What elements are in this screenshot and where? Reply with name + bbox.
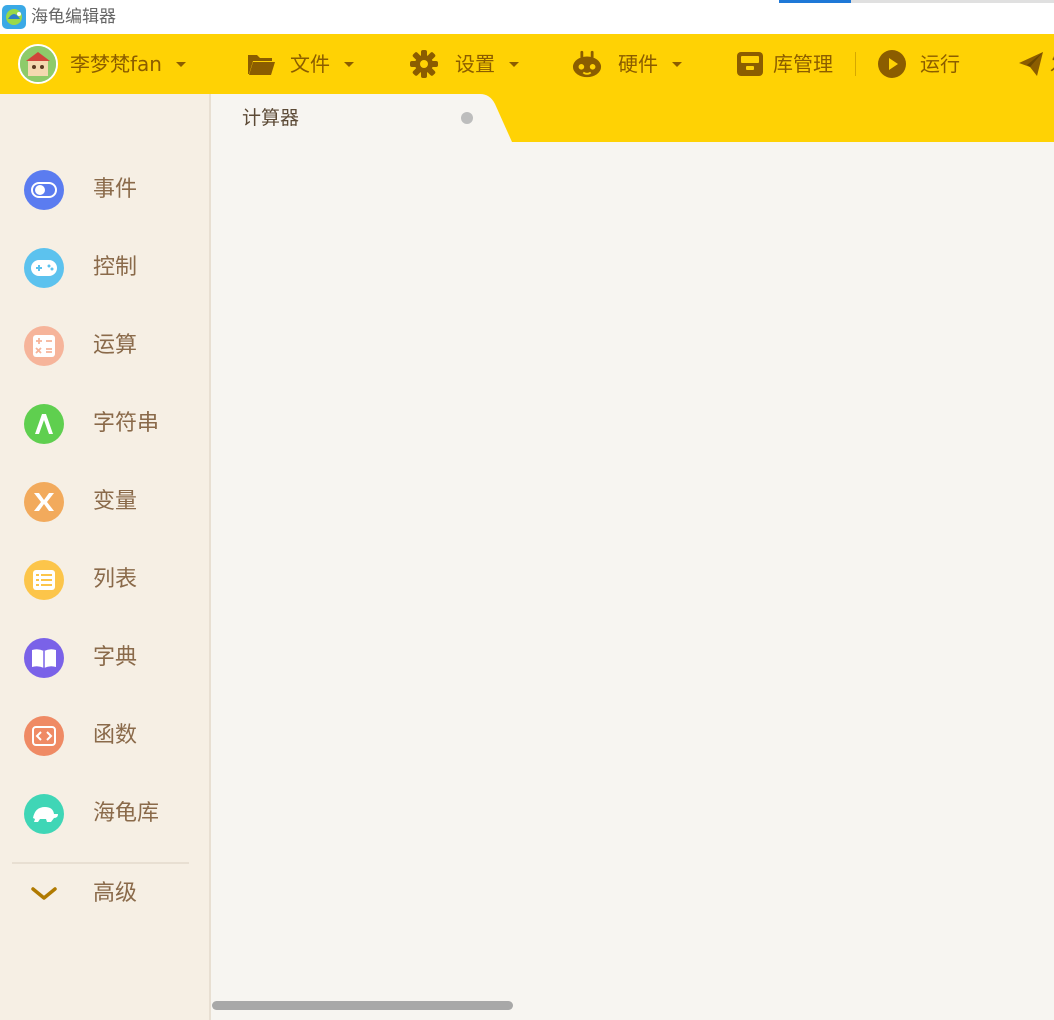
horizontal-scrollbar[interactable] — [212, 1001, 513, 1010]
file-tab-calculator[interactable]: 计算器 — [212, 94, 512, 142]
inbox-icon — [735, 49, 765, 79]
chevron-down-icon — [24, 874, 64, 914]
category-strings[interactable]: 字符串 — [0, 385, 209, 463]
turtle-editor-logo-icon — [2, 5, 26, 29]
category-label: 字符串 — [93, 411, 160, 436]
hardware-menu-label: 硬件 — [618, 52, 658, 76]
category-advanced-toggle[interactable]: 高级 — [0, 855, 209, 933]
category-label: 海龟库 — [93, 801, 160, 826]
window-title-bar: 海龟编辑器 — [0, 0, 1054, 34]
library-manager-label: 库管理 — [773, 52, 833, 76]
gamepad-icon — [24, 248, 64, 288]
category-dictionaries[interactable]: 字典 — [0, 619, 209, 697]
category-control[interactable]: 控制 — [0, 229, 209, 307]
chevron-down-icon — [175, 61, 186, 67]
category-label: 控制 — [93, 255, 138, 280]
settings-menu-label: 设置 — [455, 52, 495, 76]
file-tab-label: 计算器 — [242, 107, 300, 129]
category-functions[interactable]: 函数 — [0, 697, 209, 775]
chevron-down-icon — [509, 61, 519, 67]
code-icon — [24, 716, 64, 756]
category-label: 函数 — [93, 723, 138, 748]
paper-plane-icon — [1016, 49, 1046, 79]
window-title: 海龟编辑器 — [31, 7, 116, 27]
category-label: 变量 — [93, 489, 138, 514]
title-tab-indicator — [779, 0, 851, 3]
category-variables[interactable]: 变量 — [0, 463, 209, 541]
category-label: 列表 — [93, 567, 138, 592]
settings-menu-button[interactable]: 设置 — [409, 34, 519, 94]
play-icon — [877, 49, 907, 79]
file-menu-button[interactable]: 文件 — [246, 34, 354, 94]
toolbar-divider — [855, 52, 856, 76]
block-category-sidebar: 事件 控制 运算 字符串 变量 列表 字典 函数 海龟库 高级 — [0, 94, 211, 1020]
category-operators[interactable]: 运算 — [0, 307, 209, 385]
user-menu[interactable]: 李梦梵fan — [18, 34, 186, 94]
robot-icon — [572, 49, 602, 79]
letter-a-icon — [24, 404, 64, 444]
chevron-down-icon — [344, 61, 354, 67]
user-name: 李梦梵fan — [70, 52, 162, 76]
file-menu-label: 文件 — [290, 52, 330, 76]
hardware-menu-button[interactable]: 硬件 — [572, 34, 682, 94]
toggle-icon — [24, 170, 64, 210]
category-events[interactable]: 事件 — [0, 151, 209, 229]
turtle-icon — [24, 794, 64, 834]
advanced-label: 高级 — [93, 881, 138, 906]
code-workspace[interactable] — [212, 142, 1054, 1020]
category-lists[interactable]: 列表 — [0, 541, 209, 619]
category-label: 字典 — [93, 645, 138, 670]
list-icon — [24, 560, 64, 600]
folder-icon — [246, 49, 276, 79]
variable-x-icon — [24, 482, 64, 522]
unsaved-dot-icon — [461, 112, 473, 124]
run-label: 运行 — [920, 52, 960, 76]
gear-icon — [409, 49, 439, 79]
chevron-down-icon — [672, 61, 682, 67]
book-icon — [24, 638, 64, 678]
avatar — [18, 44, 58, 84]
publish-button[interactable]: 发 — [1016, 34, 1054, 94]
main-toolbar: 李梦梵fan 文件 设置 硬件 库管理 运行 — [0, 34, 1054, 94]
category-label: 运算 — [93, 333, 138, 358]
calculator-icon — [24, 326, 64, 366]
run-button[interactable]: 运行 — [877, 34, 960, 94]
publish-label: 发 — [1050, 52, 1054, 76]
title-tab-indicator-inactive — [851, 0, 1054, 3]
library-manager-button[interactable]: 库管理 — [735, 34, 833, 94]
category-label: 事件 — [93, 177, 138, 202]
category-turtle-library[interactable]: 海龟库 — [0, 775, 209, 853]
